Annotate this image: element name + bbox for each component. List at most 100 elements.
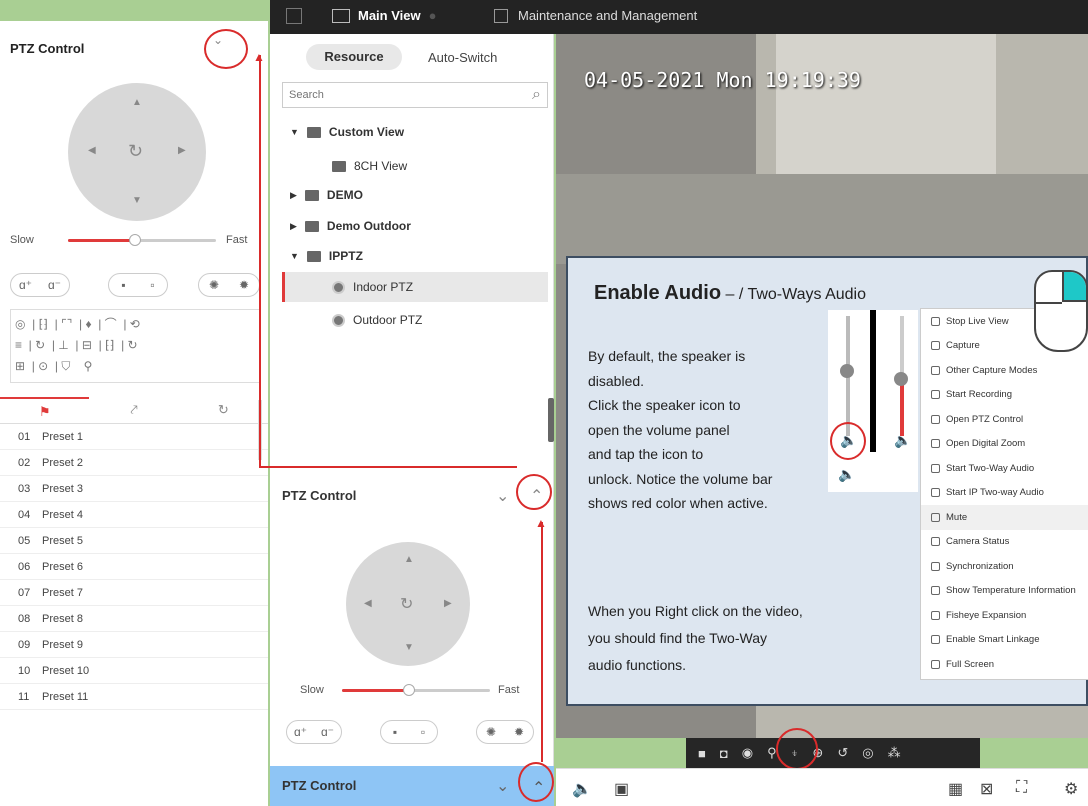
context-menu-item[interactable]: Mute (921, 505, 1088, 530)
preset-row[interactable]: 09 Preset 9 (0, 632, 268, 658)
iris-pill[interactable]: ✺ ✹ (198, 273, 260, 297)
up-arrow-icon[interactable]: ▲ (404, 554, 414, 565)
ptz-icon[interactable]: ◎ (862, 745, 873, 761)
grid-menu-icon[interactable] (286, 8, 302, 24)
preset-row[interactable]: 05 Preset 5 (0, 528, 268, 554)
record-icon[interactable]: ◉ (742, 745, 753, 761)
focus-far-icon[interactable]: ▫ (421, 725, 425, 739)
tab-maintenance[interactable]: Maintenance and Management (518, 8, 697, 23)
left-arrow-icon[interactable]: ◀ (88, 145, 96, 156)
down-arrow-icon[interactable]: ▼ (132, 195, 142, 206)
context-menu-item[interactable]: Enable Smart Linkage (921, 628, 1088, 653)
tool-row-1[interactable]: ◎ | ⁅⁆ | ⌜⌝ | ♦ | ⌒ | ⟲ (15, 314, 255, 335)
preset-row[interactable]: 11 Preset 11 (0, 684, 268, 710)
preset-row[interactable]: 02 Preset 2 (0, 450, 268, 476)
tab-close-icon[interactable]: ● (429, 8, 437, 23)
context-menu-item[interactable]: Camera Status (921, 530, 1088, 555)
search-input[interactable] (283, 83, 513, 107)
tab-main-view[interactable]: Main View (358, 8, 421, 23)
speaker-icon[interactable]: 🔈 (838, 466, 855, 483)
preset-row[interactable]: 06 Preset 6 (0, 554, 268, 580)
linkage-icon[interactable]: ⁂ (888, 745, 901, 761)
context-menu-item[interactable]: Start Recording (921, 383, 1088, 408)
tool-row-2[interactable]: ≡ | ↻ | ⊥ | ⊟ | ⁅⁆ | ↻ (15, 335, 255, 356)
settings-gear-icon[interactable]: ⚙ (1064, 779, 1078, 799)
context-menu-item[interactable]: Open Digital Zoom (921, 432, 1088, 457)
context-menu-item[interactable]: Synchronization (921, 554, 1088, 579)
zoom-in-icon[interactable]: ɑ⁺ (19, 278, 32, 292)
preset-row[interactable]: 03 Preset 3 (0, 476, 268, 502)
focus-near-icon[interactable]: ▪ (393, 725, 397, 739)
preset-row[interactable]: 07 Preset 7 (0, 580, 268, 606)
ptz-bottom-header[interactable]: PTZ Control ⌄ ⌃ (270, 766, 554, 806)
preset-tab-flag-icon[interactable]: ⚑ (0, 397, 90, 423)
collapse-arrow-icon[interactable]: ▶ (290, 181, 297, 209)
panel-collapse-handle[interactable] (548, 398, 554, 442)
tree-demo-outdoor[interactable]: ▶ Demo Outdoor (290, 212, 411, 240)
search-icon[interactable]: ⌕ (532, 86, 541, 104)
zoom-in-icon[interactable]: ɑ⁺ (294, 725, 307, 739)
iris-close-icon[interactable]: ✹ (514, 725, 524, 739)
playback-icon[interactable]: ↺ (837, 745, 848, 761)
tree-8ch-view[interactable]: 8CH View (332, 152, 407, 180)
context-menu-item[interactable]: Show Temperature Information (921, 579, 1088, 604)
focus-pill[interactable]: ▪ ▫ (380, 720, 438, 744)
right-arrow-icon[interactable]: ▶ (178, 145, 186, 156)
auto-scan-icon[interactable]: ↻ (400, 594, 413, 614)
tab-resource[interactable]: Resource (306, 44, 402, 70)
context-menu-item[interactable]: Fisheye Expansion (921, 603, 1088, 628)
context-menu-item[interactable]: Full Screen (921, 652, 1088, 677)
iris-close-icon[interactable]: ✹ (239, 278, 249, 292)
tree-custom-view[interactable]: ▼ Custom View (290, 118, 404, 146)
iris-pill[interactable]: ✺ ✹ (476, 720, 534, 744)
pattern-tab-icon[interactable]: ↻ (179, 397, 268, 423)
collapse-arrow-icon[interactable]: ▶ (290, 212, 297, 240)
left-arrow-icon[interactable]: ◀ (364, 598, 372, 609)
up-arrow-icon[interactable]: ▲ (132, 97, 142, 108)
tree-outdoor-ptz[interactable]: Outdoor PTZ (332, 306, 422, 334)
patrol-tab-icon[interactable]: ⤤ (89, 397, 178, 423)
fullscreen-icon[interactable]: ⛶ (1016, 779, 1027, 797)
tree-ipptz[interactable]: ▼ IPPTZ (290, 242, 363, 270)
zoom-out-icon[interactable]: ɑ⁻ (321, 725, 334, 739)
context-menu-item[interactable]: Start IP Two-way Audio (921, 481, 1088, 506)
iris-open-icon[interactable]: ✺ (486, 725, 496, 739)
tree-indoor-ptz[interactable]: Indoor PTZ (332, 273, 413, 301)
camera-capture-icon[interactable]: ◘ (720, 746, 728, 761)
preset-row[interactable]: 10 Preset 10 (0, 658, 268, 684)
preset-row[interactable]: 04 Preset 4 (0, 502, 268, 528)
tool-row-3[interactable]: ⊞ | ⊙ | ⛉ ⚲ (15, 356, 255, 377)
zoom-pill[interactable]: ɑ⁺ ɑ⁻ (10, 273, 70, 297)
stop-icon[interactable]: ■ (698, 746, 706, 761)
expand-arrow-icon[interactable]: ▼ (290, 242, 299, 270)
iris-open-icon[interactable]: ✺ (209, 278, 219, 292)
context-menu-item[interactable]: Start Two-Way Audio (921, 456, 1088, 481)
right-arrow-icon[interactable]: ▶ (444, 598, 452, 609)
volume-icon[interactable]: 🔈 (572, 779, 592, 799)
speed-slider-handle[interactable] (402, 684, 415, 696)
focus-near-icon[interactable]: ▪ (121, 278, 125, 292)
tree-demo[interactable]: ▶ DEMO (290, 181, 363, 209)
speed-slider-handle[interactable] (128, 234, 141, 246)
chevron-down-icon[interactable]: ⌄ (496, 776, 509, 796)
save-icon[interactable]: ▣ (614, 779, 629, 799)
close-all-icon[interactable]: ⊠ (980, 779, 993, 799)
context-menu-item[interactable]: Open PTZ Control (921, 407, 1088, 432)
volume-handle[interactable] (840, 364, 854, 378)
volume-handle[interactable] (894, 372, 908, 386)
context-menu-item[interactable]: Other Capture Modes (921, 358, 1088, 383)
layout-icon[interactable]: ▦ (948, 779, 963, 799)
speaker-icon[interactable]: 🔈 (894, 432, 911, 449)
zoom-out-icon[interactable]: ɑ⁻ (48, 278, 61, 292)
preset-row[interactable]: 01 Preset 1 (0, 424, 268, 450)
tab-auto-switch[interactable]: Auto-Switch (428, 50, 497, 65)
auto-scan-icon[interactable]: ↻ (128, 141, 143, 162)
preset-row[interactable]: 08 Preset 8 (0, 606, 268, 632)
focus-pill[interactable]: ▪ ▫ (108, 273, 168, 297)
focus-far-icon[interactable]: ▫ (150, 278, 154, 292)
ptz-joystick-2[interactable]: ▲ ▼ ◀ ▶ ↻ (346, 542, 470, 666)
expand-arrow-icon[interactable]: ▼ (290, 118, 299, 146)
chevron-down-icon[interactable]: ⌄ (496, 486, 509, 506)
down-arrow-icon[interactable]: ▼ (404, 642, 414, 653)
ptz-joystick[interactable]: ▲ ▼ ◀ ▶ ↻ (68, 83, 206, 221)
